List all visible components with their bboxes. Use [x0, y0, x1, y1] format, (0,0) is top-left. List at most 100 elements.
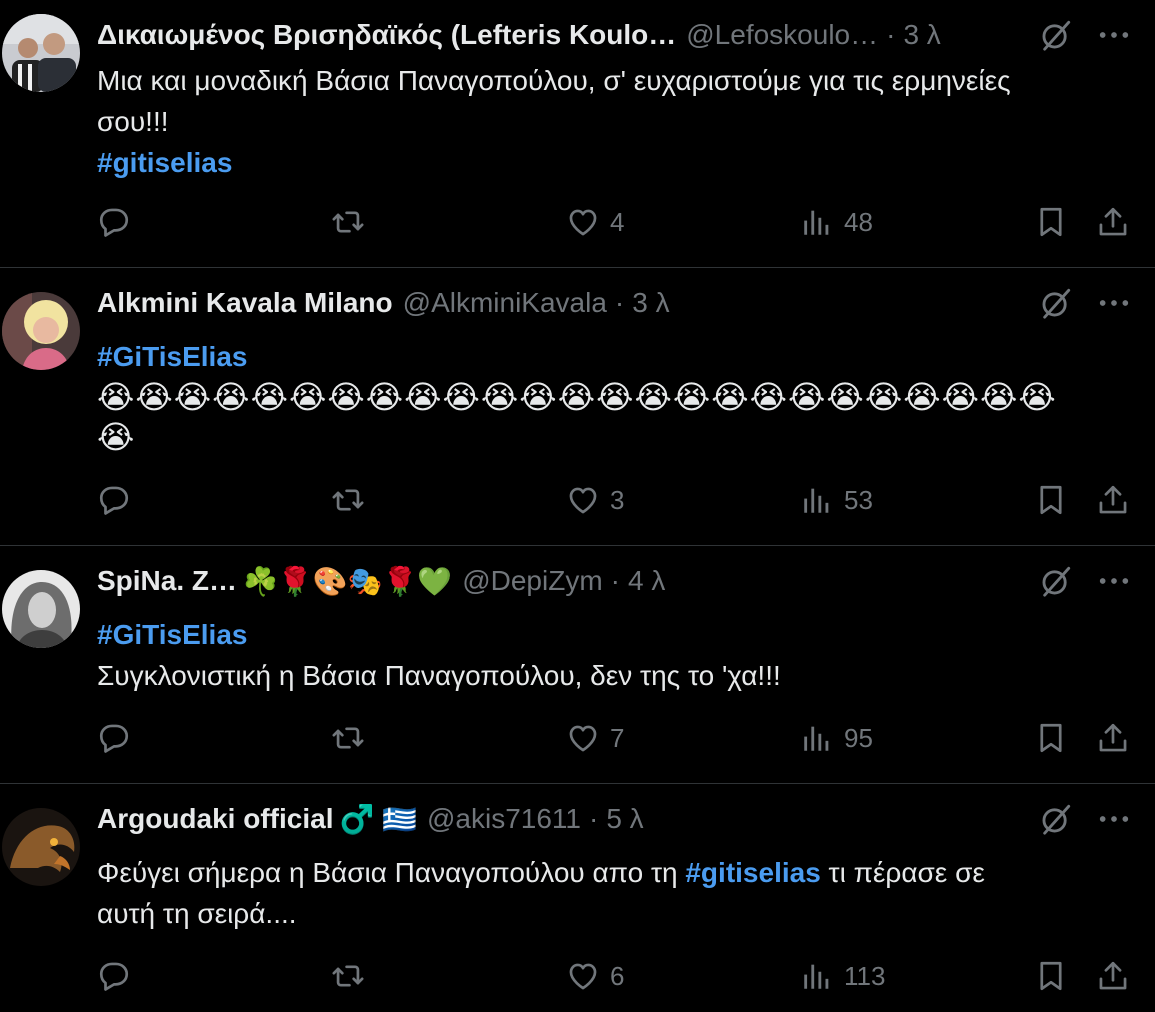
share-icon — [1096, 483, 1130, 517]
bookmark-icon — [1034, 959, 1068, 993]
tweet-header: Δικαιωμένος Βρισηδαϊκός (Lefteris Koulo…… — [97, 17, 941, 53]
timestamp[interactable]: 3 λ — [632, 287, 669, 319]
hashtag-link[interactable]: #gitiselias — [97, 142, 1115, 183]
separator-dot: · — [610, 565, 620, 596]
tweet[interactable]: SpiNa. Z… ☘️🌹🎨🎭🌹💚 @DepiZym · 4 λ #GiTisE… — [0, 546, 1155, 784]
more-icon[interactable] — [1097, 806, 1131, 832]
tweet[interactable]: Δικαιωμένος Βρισηδαϊκός (Lefteris Koulo…… — [0, 0, 1155, 268]
bookmark-button[interactable] — [1034, 480, 1068, 520]
reply-button[interactable] — [97, 718, 141, 758]
name-emoji: ♂️ 🇬🇷 — [339, 803, 417, 835]
avatar[interactable] — [2, 808, 80, 886]
display-name[interactable]: SpiNa. Z… — [97, 565, 237, 597]
reply-icon — [97, 483, 131, 517]
user-handle[interactable]: @AlkminiKavala — [403, 287, 607, 319]
views-button[interactable]: 53 — [800, 480, 873, 520]
view-count: 53 — [844, 484, 873, 515]
user-handle[interactable]: @Lefoskoulo… — [686, 19, 878, 51]
bookmark-button[interactable] — [1034, 956, 1068, 996]
more-icon[interactable] — [1097, 22, 1131, 48]
action-bar: 6 113 — [97, 956, 1131, 996]
tweet-text: Φεύγει σήμερα η Βάσια Παναγοπούλου απο τ… — [97, 852, 1115, 934]
hashtag-link[interactable]: #gitiselias — [685, 857, 820, 888]
user-handle[interactable]: @akis71611 — [427, 803, 581, 835]
grok-icon[interactable] — [1039, 18, 1073, 52]
tweet-text: Μια και μοναδική Βάσια Παναγοπούλου, σ' … — [97, 60, 1115, 183]
action-bar: 7 95 — [97, 718, 1131, 758]
share-icon — [1096, 721, 1130, 755]
reply-button[interactable] — [97, 956, 141, 996]
reply-icon — [97, 721, 131, 755]
like-button[interactable]: 4 — [566, 202, 624, 242]
display-name[interactable]: Argoudaki official — [97, 803, 333, 835]
text-line: αυτή τη σειρά.... — [97, 898, 297, 929]
more-icon[interactable] — [1097, 568, 1131, 594]
emoji-line: 😭 — [97, 419, 136, 455]
retweet-icon — [331, 721, 365, 755]
text-line: Μια και μοναδική Βάσια Παναγοπούλου, σ' … — [97, 65, 1011, 96]
text-line: Συγκλονιστική η Βάσια Παναγοπούλου, δεν … — [97, 660, 781, 691]
reply-button[interactable] — [97, 480, 141, 520]
avatar[interactable] — [2, 292, 80, 370]
bookmark-icon — [1034, 483, 1068, 517]
timestamp[interactable]: 4 λ — [628, 565, 665, 597]
like-count: 7 — [610, 722, 625, 753]
timestamp[interactable]: 5 λ — [606, 803, 643, 835]
emoji-line: 😭😭😭😭😭😭😭😭😭😭😭😭😭😭😭😭😭😭😭😭😭😭😭😭😭 — [97, 379, 1057, 415]
avatar[interactable] — [2, 570, 80, 648]
avatar[interactable] — [2, 14, 80, 92]
retweet-icon — [331, 205, 365, 239]
tweet[interactable]: Alkmini Kavala Milano @AlkminiKavala · 3… — [0, 268, 1155, 546]
share-button[interactable] — [1096, 480, 1130, 520]
bookmark-icon — [1034, 205, 1068, 239]
retweet-icon — [331, 959, 365, 993]
grok-icon[interactable] — [1039, 802, 1073, 836]
hashtag-link[interactable]: #GiTisElias — [97, 336, 1115, 377]
name-emoji: ☘️🌹🎨🎭🌹💚 — [243, 565, 453, 597]
grok-icon[interactable] — [1039, 286, 1073, 320]
text-line: Φεύγει σήμερα η Βάσια Παναγοπούλου απο τ… — [97, 852, 1115, 893]
timestamp[interactable]: 3 λ — [903, 19, 940, 51]
grok-icon[interactable] — [1039, 564, 1073, 598]
user-handle[interactable]: @DepiZym — [462, 565, 602, 597]
text-line: σου!!! — [97, 106, 169, 137]
text-segment: Φεύγει σήμερα η Βάσια Παναγοπούλου απο τ… — [97, 857, 686, 888]
text-segment: τι πέρασε σε — [820, 857, 985, 888]
like-icon — [566, 721, 600, 755]
retweet-button[interactable] — [331, 718, 375, 758]
action-bar: 4 48 — [97, 202, 1131, 242]
share-icon — [1096, 959, 1130, 993]
reply-icon — [97, 959, 131, 993]
like-button[interactable]: 6 — [566, 956, 624, 996]
views-icon — [800, 721, 834, 755]
tweet[interactable]: Argoudaki official ♂️ 🇬🇷 @akis71611 · 5 … — [0, 784, 1155, 1012]
separator-dot: · — [588, 803, 599, 834]
view-count: 95 — [844, 722, 873, 753]
retweet-button[interactable] — [331, 202, 375, 242]
hashtag-link[interactable]: #GiTisElias — [97, 614, 1115, 655]
display-name[interactable]: Alkmini Kavala Milano — [97, 287, 393, 319]
like-button[interactable]: 3 — [566, 480, 624, 520]
retweet-button[interactable] — [331, 480, 375, 520]
reply-icon — [97, 205, 131, 239]
views-button[interactable]: 48 — [800, 202, 873, 242]
share-button[interactable] — [1096, 202, 1130, 242]
retweet-button[interactable] — [331, 956, 375, 996]
bookmark-button[interactable] — [1034, 718, 1068, 758]
separator-dot: · — [886, 19, 896, 50]
like-button[interactable]: 7 — [566, 718, 624, 758]
more-icon[interactable] — [1097, 290, 1131, 316]
display-name[interactable]: Δικαιωμένος Βρισηδαϊκός (Lefteris Koulo… — [97, 19, 676, 51]
like-count: 6 — [610, 960, 625, 991]
reply-button[interactable] — [97, 202, 141, 242]
share-button[interactable] — [1096, 956, 1130, 996]
retweet-icon — [331, 483, 365, 517]
views-button[interactable]: 113 — [800, 956, 885, 996]
bookmark-button[interactable] — [1034, 202, 1068, 242]
views-button[interactable]: 95 — [800, 718, 873, 758]
like-count: 4 — [610, 206, 625, 237]
tweet-text: #GiTisElias 😭😭😭😭😭😭😭😭😭😭😭😭😭😭😭😭😭😭😭😭😭😭😭😭😭 😭 — [97, 336, 1115, 457]
like-icon — [566, 483, 600, 517]
share-button[interactable] — [1096, 718, 1130, 758]
views-icon — [800, 483, 834, 517]
